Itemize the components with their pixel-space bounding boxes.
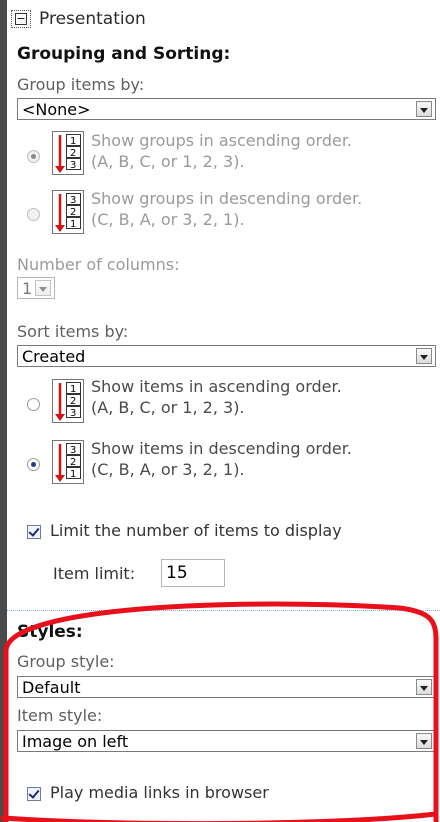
columns-value: 1 (22, 279, 33, 298)
limit-items-label: Limit the number of items to display (50, 521, 342, 540)
dropdown-arrow-icon[interactable] (416, 733, 432, 749)
limit-items-checkbox[interactable] (27, 525, 41, 539)
item-limit-input[interactable]: 15 (161, 559, 225, 587)
sort-ascending-line1: Show items in ascending order. (91, 377, 342, 396)
svg-text:1: 1 (70, 136, 76, 147)
sort-ascending-radio[interactable] (27, 398, 40, 411)
minus-box-icon: − (15, 12, 27, 25)
group-ascending-text: Show groups in ascending order. (A, B, C… (91, 130, 352, 172)
group-descending-text: Show groups in descending order. (C, B, … (91, 188, 362, 230)
group-style-value: Default (22, 678, 81, 697)
dropdown-arrow-icon[interactable] (416, 679, 432, 695)
collapse-toggle[interactable]: − (11, 10, 31, 28)
sort-ascending-text: Show items in ascending order. (A, B, C,… (91, 376, 342, 418)
item-style-label: Item style: (17, 706, 103, 725)
svg-text:2: 2 (70, 148, 76, 159)
item-style-value: Image on left (22, 732, 129, 751)
svg-text:1: 1 (70, 384, 76, 395)
group-descending-line2: (C, B, A, or 3, 2, 1). (91, 210, 245, 229)
group-by-label: Group items by: (17, 75, 145, 94)
svg-text:1: 1 (70, 469, 76, 480)
group-style-label: Group style: (17, 652, 115, 671)
presentation-panel: − Presentation Grouping and Sorting: Gro… (7, 0, 440, 822)
play-media-checkbox[interactable] (27, 787, 41, 801)
group-descending-radio[interactable] (27, 208, 40, 221)
svg-text:2: 2 (70, 207, 76, 218)
sort-ascending-line2: (A, B, C, or 1, 2, 3). (91, 398, 245, 417)
columns-select[interactable]: 1 (17, 277, 55, 299)
svg-text:2: 2 (70, 396, 76, 407)
group-ascending-line2: (A, B, C, or 1, 2, 3). (91, 152, 245, 171)
sort-by-label: Sort items by: (17, 322, 129, 341)
svg-text:1: 1 (70, 219, 76, 230)
section-divider (7, 610, 440, 611)
section-title: Presentation (39, 9, 146, 29)
sort-by-value: Created (22, 347, 86, 366)
dropdown-arrow-icon[interactable] (416, 101, 432, 117)
sort-descending-icon: 3 2 1 (52, 440, 84, 484)
sort-descending-radio[interactable] (27, 458, 40, 471)
item-style-select[interactable]: Image on left (17, 730, 436, 752)
dropdown-arrow-icon[interactable] (416, 348, 432, 364)
sort-descending-text: Show items in descending order. (C, B, A… (91, 438, 352, 480)
svg-text:3: 3 (70, 160, 76, 171)
group-descending-line1: Show groups in descending order. (91, 189, 363, 208)
styles-heading: Styles: (17, 622, 83, 642)
group-ascending-radio[interactable] (27, 150, 40, 163)
item-limit-label: Item limit: (53, 564, 136, 583)
svg-text:3: 3 (70, 445, 76, 456)
group-ascending-line1: Show groups in ascending order. (91, 131, 353, 150)
sort-by-select[interactable]: Created (17, 345, 436, 367)
svg-text:2: 2 (70, 457, 76, 468)
sort-descending-line2: (C, B, A, or 3, 2, 1). (91, 460, 245, 479)
item-limit-value: 15 (166, 563, 188, 583)
dropdown-arrow-icon[interactable] (35, 280, 51, 296)
columns-label: Number of columns: (17, 255, 180, 274)
grouping-heading: Grouping and Sorting: (17, 44, 231, 64)
sort-ascending-icon: 1 2 3 (52, 379, 84, 423)
group-by-select[interactable]: <None> (17, 98, 436, 120)
sort-ascending-icon: 1 2 3 (52, 131, 84, 175)
group-by-value: <None> (22, 100, 91, 119)
sort-descending-line1: Show items in descending order. (91, 439, 352, 458)
svg-text:3: 3 (70, 195, 76, 206)
group-style-select[interactable]: Default (17, 676, 436, 698)
play-media-label: Play media links in browser (50, 783, 269, 802)
sort-descending-icon: 3 2 1 (52, 190, 84, 234)
svg-text:3: 3 (70, 408, 76, 419)
